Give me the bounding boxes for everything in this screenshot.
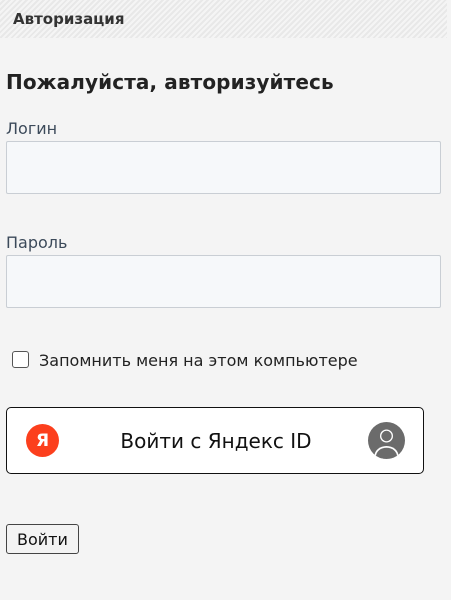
login-input[interactable] xyxy=(6,141,441,194)
yandex-id-button-label: Войти с Яндекс ID xyxy=(120,428,312,453)
panel-header-title: Авторизация xyxy=(13,10,125,28)
remember-me-label[interactable]: Запомнить меня на этом компьютере xyxy=(39,351,358,370)
submit-login-button[interactable]: Войти xyxy=(6,524,79,554)
login-label: Логин xyxy=(6,119,58,138)
yandex-id-login-button[interactable]: Я Войти с Яндекс ID xyxy=(6,407,424,474)
user-avatar-icon xyxy=(368,422,405,459)
password-label: Пароль xyxy=(6,233,68,252)
remember-me-checkbox[interactable] xyxy=(12,351,29,368)
remember-me-row: Запомнить меня на этом компьютере xyxy=(12,350,358,370)
panel-header: Авторизация xyxy=(0,0,447,38)
password-input[interactable] xyxy=(6,255,441,308)
page-title: Пожалуйста, авторизуйтесь xyxy=(6,70,334,94)
